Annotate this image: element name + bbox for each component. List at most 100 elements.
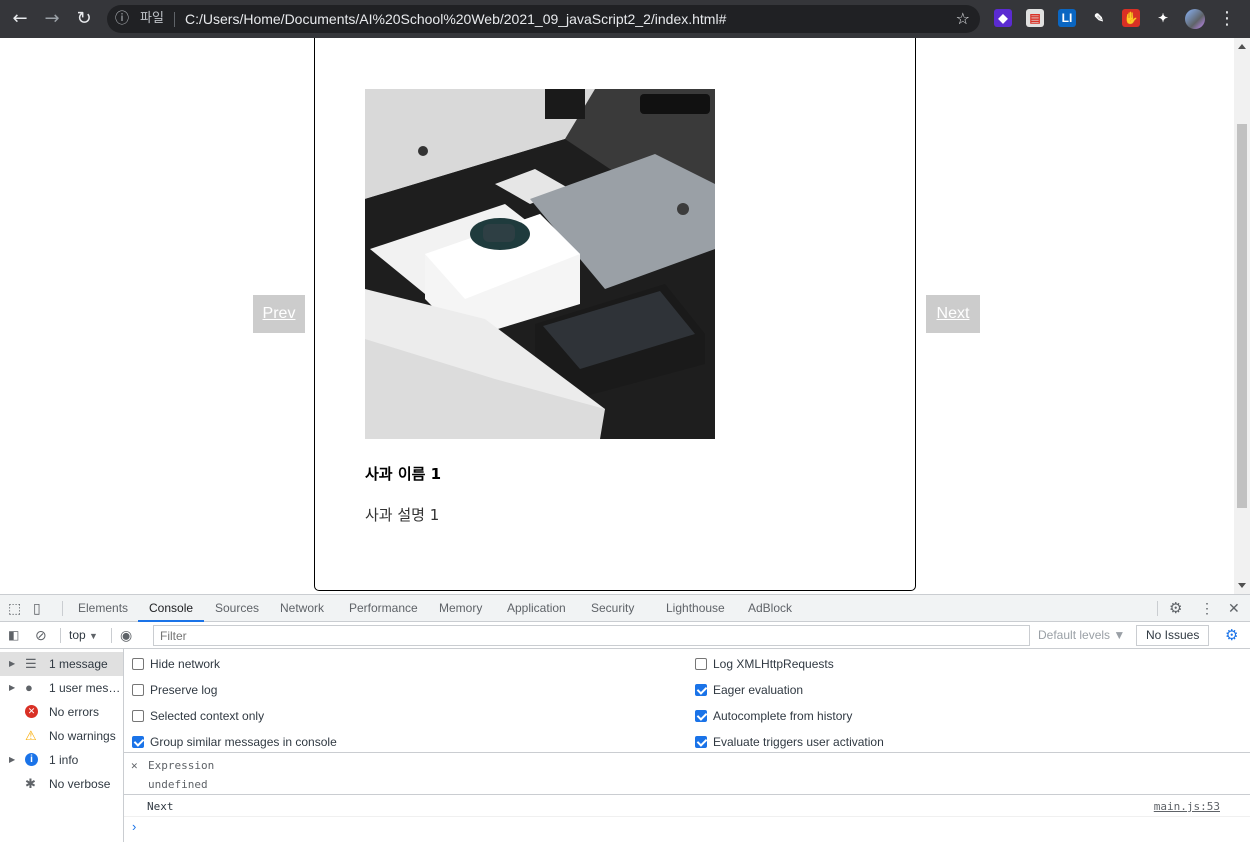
live-expression-value: undefined [148,778,208,791]
live-expression-eye-icon[interactable]: ◉ [120,622,132,649]
tab-security[interactable]: Security [591,595,634,622]
chrome-menu-icon[interactable]: ⋮ [1215,7,1239,31]
expand-arrow-icon[interactable]: ▶ [9,652,15,676]
sidebar-icon-1: ● [25,680,33,695]
scroll-down-arrow-icon[interactable] [1238,583,1246,588]
tab-adblock[interactable]: AdBlock [748,595,792,622]
url-text[interactable]: C:/Users/Home/Documents/AI%20School%20We… [185,5,726,33]
console-settings-gear-icon[interactable]: ⚙ [1225,622,1238,649]
address-bar[interactable]: ⓘ 파일 C:/Users/Home/Documents/AI%20School… [107,5,980,33]
close-expression-icon[interactable]: ✕ [131,759,138,772]
tab-sources[interactable]: Sources [215,595,259,622]
setting-settings_left-3[interactable]: Group similar messages in console [132,729,337,755]
next-button[interactable]: Next [926,295,980,333]
forward-button[interactable]: → [40,7,64,31]
sidebar-label: No errors [49,705,100,719]
back-button[interactable]: ← [8,7,32,31]
devtools-tabbar: ⬚ ▯ Elements Console Sources Network Perform… [0,595,1250,622]
checkbox[interactable] [695,658,707,670]
console-prompt-icon[interactable]: › [132,819,136,834]
protocol-label: 파일 [140,11,164,26]
context-dropdown-icon: ▼ [89,631,98,641]
page-scrollbar[interactable] [1234,38,1250,594]
slider-card: 사과 이름 1 사과 설명 1 [314,38,916,591]
sidebar-item-4[interactable]: ▶ i 1 info [0,748,123,772]
pen-extension-icon[interactable]: ✎ [1090,9,1108,27]
sidebar-toggle-icon[interactable]: ◧ [8,622,19,649]
more-options-icon[interactable]: ⋮ [1200,595,1214,622]
setting-label: Log XMLHttpRequests [713,657,834,671]
console-filterbar: ◧ ⊘ top ▼ ◉ Default levels ▼ No Issues ⚙ [0,622,1250,649]
log-message: Next [147,800,174,813]
setting-settings_right-1[interactable]: Eager evaluation [695,677,803,703]
checkbox[interactable] [132,710,144,722]
red-note-extension-icon[interactable]: ▤ [1026,9,1044,27]
li-extension-icon[interactable]: LI [1058,9,1076,27]
tab-network[interactable]: Network [280,595,324,622]
setting-settings_left-0[interactable]: Hide network [132,651,220,677]
clear-console-icon[interactable]: ⊘ [35,622,47,649]
tab-lighthouse[interactable]: Lighthouse [666,595,725,622]
scroll-thumb[interactable] [1237,124,1247,508]
tabbar-divider-right [1157,601,1158,616]
tab-elements[interactable]: Elements [78,595,128,622]
tab-performance[interactable]: Performance [349,595,418,622]
sidebar-label: 1 message [49,657,108,671]
browser-toolbar: ← → ↻ ⓘ 파일 C:/Users/Home/Documents/AI%20… [0,0,1250,38]
checkbox[interactable] [132,736,144,748]
setting-label: Group similar messages in console [150,735,337,749]
purple-gem-extension-icon[interactable]: ◆ [994,9,1012,27]
setting-settings_right-2[interactable]: Autocomplete from history [695,703,852,729]
address-separator [174,12,175,27]
prev-button[interactable]: Prev [253,295,305,333]
expand-arrow-icon[interactable]: ▶ [9,676,15,700]
inspect-element-icon[interactable]: ⬚ [8,595,21,622]
device-toolbar-icon[interactable]: ▯ [33,595,41,622]
setting-settings_left-1[interactable]: Preserve log [132,677,217,703]
sidebar-icon-3: ⚠ [25,728,37,743]
sidebar-item-5[interactable]: ✱ No verbose [0,772,123,796]
checkbox[interactable] [695,710,707,722]
tab-console[interactable]: Console [138,595,205,622]
console-settings: Hide network Preserve log Selected context… [124,649,1250,753]
settings-gear-icon[interactable]: ⚙ [1169,595,1182,622]
sidebar-label: No verbose [49,777,111,791]
checkbox[interactable] [132,658,144,670]
devtools-panel: ⬚ ▯ Elements Console Sources Network Perform… [0,594,1250,842]
setting-label: Autocomplete from history [713,709,853,723]
bookmark-star-icon[interactable]: ☆ [956,5,970,33]
sidebar-label: 1 info [49,753,79,767]
page-viewport: Prev 사과 이름 1 사과 설명 1 Next [0,38,1250,594]
checkbox[interactable] [695,736,707,748]
default-levels-dropdown[interactable]: Default levels ▼ [1038,622,1125,649]
checkbox[interactable] [695,684,707,696]
sidebar-item-1[interactable]: ▶ ● 1 user mess... [0,676,123,700]
profile-avatar[interactable] [1185,9,1205,29]
setting-settings_right-3[interactable]: Evaluate triggers user activation [695,729,884,755]
sidebar-item-2[interactable]: ✕ No errors [0,700,123,724]
log-source-link[interactable]: main.js:53 [1154,800,1220,813]
puzzle-extension-icon[interactable]: ✦ [1154,9,1172,27]
setting-settings_right-0[interactable]: Log XMLHttpRequests [695,651,834,677]
scroll-up-arrow-icon[interactable] [1238,44,1246,49]
info-icon[interactable]: ⓘ [115,5,129,33]
sidebar-item-3[interactable]: ⚠ No warnings [0,724,123,748]
issues-button[interactable]: No Issues [1136,625,1210,646]
sidebar-icon-2: ✕ [25,705,38,718]
filter-divider [60,628,61,643]
sidebar-icon-5: ✱ [25,776,36,791]
expand-arrow-icon[interactable]: ▶ [9,748,15,772]
live-expression-label[interactable]: Expression [148,759,214,772]
product-photo [365,89,715,439]
tab-memory[interactable]: Memory [439,595,482,622]
reload-button[interactable]: ↻ [72,7,96,31]
setting-label: Preserve log [150,683,218,697]
sidebar-item-0[interactable]: ▶ ☰ 1 message [0,652,123,676]
tab-application[interactable]: Application [507,595,566,622]
close-devtools-icon[interactable]: ✕ [1228,595,1240,622]
context-selector[interactable]: top ▼ [69,622,98,650]
checkbox[interactable] [132,684,144,696]
console-filter-input[interactable] [153,625,1030,646]
setting-settings_left-2[interactable]: Selected context only [132,703,264,729]
adblock-extension-icon[interactable]: ✋ [1122,9,1140,27]
